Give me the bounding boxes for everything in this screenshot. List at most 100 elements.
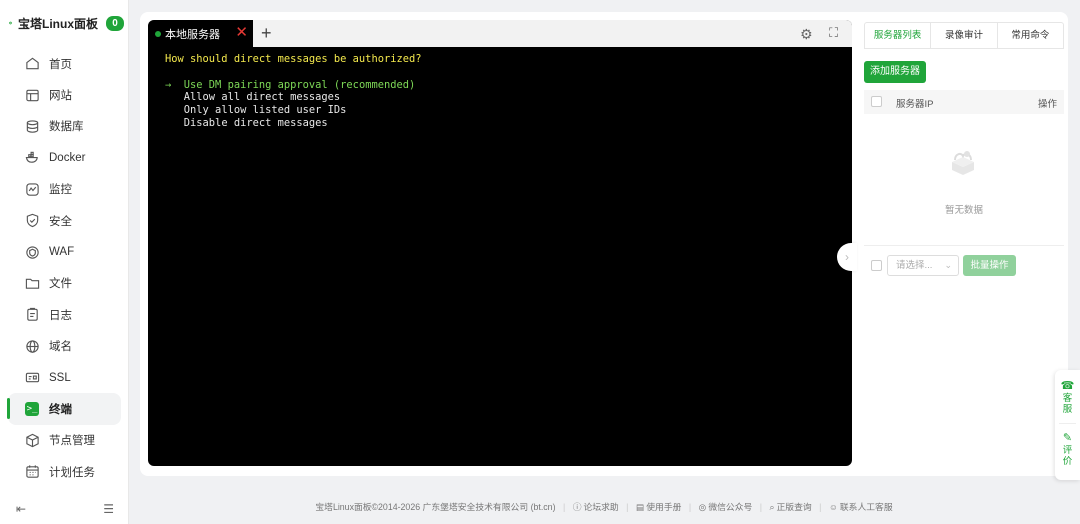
sidebar-item-terminal[interactable]: >_ 终端 — [7, 393, 121, 425]
add-tab-icon[interactable]: + — [261, 23, 272, 43]
folder-icon — [24, 275, 40, 291]
footer-link-verify[interactable]: ⌕ 正版查询 — [770, 502, 812, 512]
notification-badge[interactable]: 0 — [106, 15, 124, 31]
sidebar-item-label: 监控 — [49, 184, 72, 197]
batch-action-select[interactable]: 请选择... ⌄ — [887, 255, 959, 276]
terminal-option-label: Disable direct messages — [183, 116, 328, 129]
terminal-question: How should direct messages be authorized… — [165, 53, 422, 65]
footer-link-label: 论坛求助 — [583, 502, 619, 512]
close-icon[interactable]: ✕ — [235, 25, 248, 41]
wechat-icon: ◎ — [698, 502, 707, 512]
footer-link-forum[interactable]: ⓘ 论坛求助 — [573, 502, 619, 512]
sidebar-item-label: 域名 — [49, 341, 72, 354]
terminal-option-label: Use DM pairing approval (recommended) — [183, 78, 416, 91]
sidebar-item-monitor[interactable]: 监控 — [0, 174, 129, 205]
sidebar-item-label: 文件 — [49, 278, 72, 291]
right-panel-tabs: 服务器列表 录像审计 常用命令 — [864, 22, 1064, 49]
sidebar: 宝塔Linux面板 0 首页 网站 数据库 Docker 监控 安全 WAF 文… — [0, 0, 129, 524]
footer-link-label: 正版查询 — [776, 502, 812, 512]
monitor-icon — [24, 181, 40, 197]
tab-local-server[interactable]: 本地服务器 ✕ — [148, 20, 253, 47]
footer-link-label: 联系人工客服 — [839, 502, 893, 512]
sidebar-item-nodes[interactable]: 节点管理 — [0, 425, 129, 456]
sidebar-footer: ⇤ ☰ — [0, 500, 129, 518]
empty-state: 暂无数据 — [864, 116, 1064, 246]
footer: 宝塔Linux面板©2014-2026 广东堡塔安全技术有限公司 (bt.cn)… — [315, 502, 893, 512]
chevron-right-icon[interactable]: › — [837, 243, 857, 271]
server-table-header: 服务器IP 操作 — [864, 90, 1064, 114]
sidebar-item-cron[interactable]: 计划任务 — [0, 456, 129, 487]
footer-link-wechat[interactable]: ◎ 微信公众号 — [699, 502, 753, 512]
sidebar-item-label: SSL — [49, 371, 71, 384]
sidebar-item-label: 安全 — [49, 215, 72, 228]
sidebar-item-label: 数据库 — [49, 121, 84, 134]
waf-icon — [24, 244, 40, 260]
edit-icon: ✎ — [1062, 432, 1073, 444]
fullscreen-icon[interactable]: ⛶ — [829, 25, 838, 41]
tab-server-list[interactable]: 服务器列表 — [865, 23, 932, 48]
sidebar-item-website[interactable]: 网站 — [0, 79, 129, 110]
sidebar-item-logs[interactable]: 日志 — [0, 299, 129, 330]
sidebar-item-home[interactable]: 首页 — [0, 48, 129, 79]
brand-title: 宝塔Linux面板 — [18, 16, 98, 31]
add-server-button[interactable]: 添加服务器 — [864, 61, 926, 83]
copyright-text: 宝塔Linux面板©2014-2026 广东堡塔安全技术有限公司 (bt.cn) — [315, 502, 556, 512]
search-icon: ⌕ — [769, 502, 775, 512]
batch-operation-button[interactable]: 批量操作 — [963, 255, 1016, 276]
menu-settings-icon[interactable]: ☰ — [103, 502, 114, 516]
sidebar-item-label: Docker — [49, 151, 86, 164]
bt-logo-icon — [9, 21, 12, 25]
sidebar-item-domain[interactable]: 域名 — [0, 331, 129, 362]
website-icon — [24, 87, 40, 103]
sidebar-item-waf[interactable]: WAF — [0, 236, 129, 267]
terminal-option[interactable]: Disable direct messages — [165, 117, 421, 130]
footer-link-label: 微信公众号 — [708, 502, 753, 512]
ssl-icon — [24, 370, 40, 386]
sidebar-item-database[interactable]: 数据库 — [0, 111, 129, 142]
log-icon — [24, 307, 40, 323]
sidebar-item-ssl[interactable]: SSL — [0, 362, 129, 393]
sidebar-item-label: 节点管理 — [49, 435, 95, 448]
terminal-option[interactable]: Only allow listed user IDs — [165, 104, 421, 117]
globe-icon — [24, 338, 40, 354]
feedback-button[interactable]: ✎ 评价 — [1055, 432, 1080, 468]
sidebar-item-label: WAF — [49, 246, 75, 259]
select-all-checkbox[interactable] — [871, 96, 882, 107]
sidebar-item-security[interactable]: 安全 — [0, 205, 129, 236]
sidebar-item-label: 终端 — [49, 403, 72, 416]
terminal-option[interactable]: Allow all direct messages — [165, 91, 421, 104]
terminal-output[interactable]: How should direct messages be authorized… — [165, 53, 421, 130]
terminal-option-selected[interactable]: → Use DM pairing approval (recommended) — [165, 79, 421, 92]
feedback-label: 评价 — [1062, 445, 1073, 467]
empty-box-icon — [952, 151, 974, 175]
terminal-window[interactable]: 本地服务器 ✕ + ⚙ ⛶ How should direct messages… — [148, 20, 852, 466]
connection-status-dot — [155, 30, 161, 37]
book-icon: ▤ — [635, 502, 645, 512]
terminal-option-label: Allow all direct messages — [183, 91, 341, 104]
database-icon — [24, 118, 40, 134]
gear-icon[interactable]: ⚙ — [800, 26, 813, 43]
footer-link-label: 使用手册 — [646, 502, 682, 512]
floating-service-bar: ☎ 客服 ✎ 评价 — [1055, 370, 1080, 480]
tab-common-commands[interactable]: 常用命令 — [998, 23, 1063, 48]
sidebar-item-label: 计划任务 — [49, 466, 95, 479]
home-icon — [24, 56, 40, 72]
empty-state-text: 暂无数据 — [944, 205, 983, 216]
footer-link-manual[interactable]: ▤ 使用手册 — [636, 502, 682, 512]
batch-select-checkbox[interactable] — [871, 260, 882, 271]
footer-link-support[interactable]: ☺ 联系人工客服 — [829, 502, 893, 512]
sidebar-nav: 首页 网站 数据库 Docker 监控 安全 WAF 文件 日志 域名 SSL … — [0, 48, 129, 487]
column-header-actions: 操作 — [1037, 99, 1057, 110]
customer-service-button[interactable]: ☎ 客服 — [1055, 381, 1080, 416]
column-header-ip: 服务器IP — [896, 99, 934, 110]
sidebar-item-docker[interactable]: Docker — [0, 142, 129, 173]
collapse-sidebar-icon[interactable]: ⇤ — [16, 502, 26, 516]
chevron-down-icon: ⌄ — [944, 260, 952, 270]
brand[interactable]: 宝塔Linux面板 0 — [9, 14, 124, 32]
tab-recording-audit[interactable]: 录像审计 — [931, 23, 998, 48]
customer-service-label: 客服 — [1062, 393, 1073, 415]
calendar-icon — [24, 464, 40, 480]
sidebar-item-files[interactable]: 文件 — [0, 268, 129, 299]
shield-icon — [24, 213, 40, 229]
sidebar-item-label: 首页 — [49, 58, 72, 71]
